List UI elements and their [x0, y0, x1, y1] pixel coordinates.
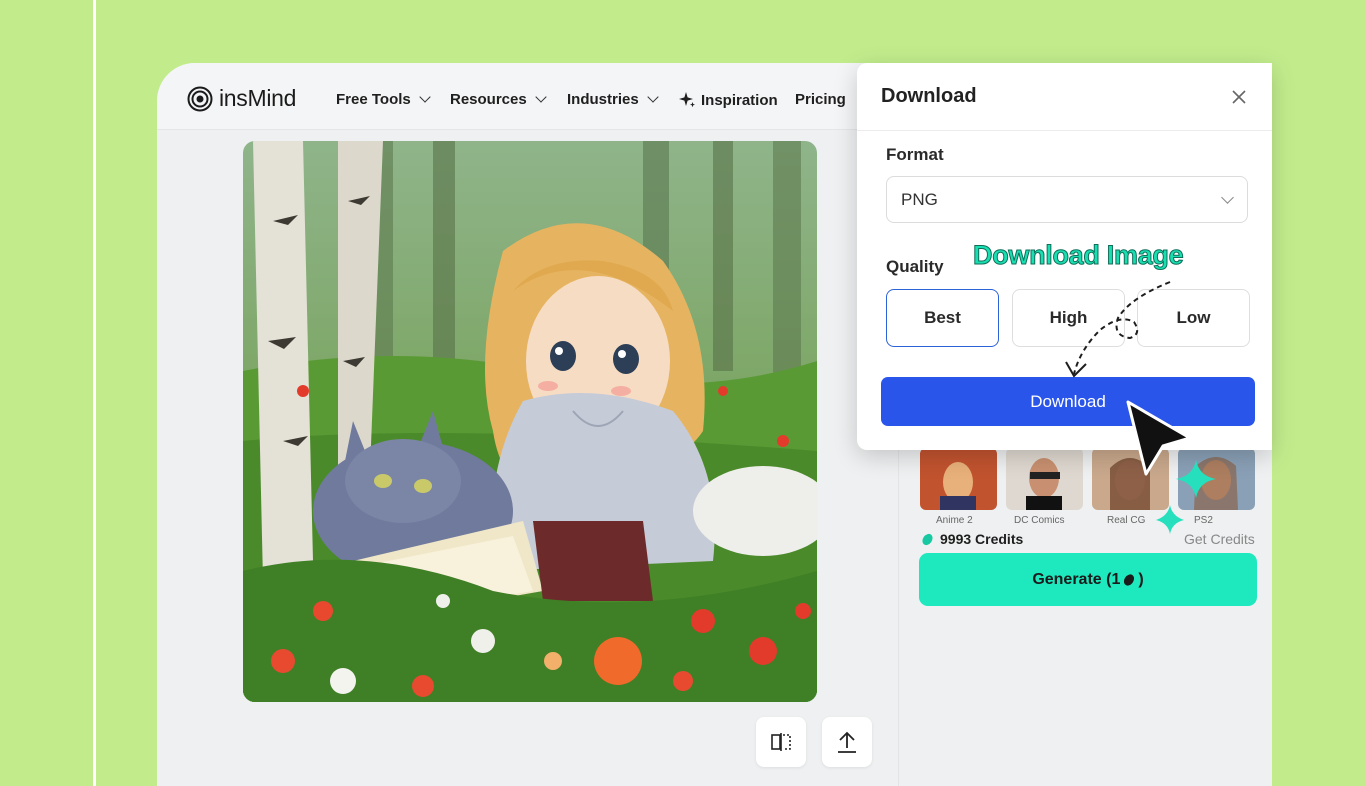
sparkle-large-icon [1176, 460, 1216, 498]
dashed-arrow-path [1073, 281, 1171, 375]
annotation-overlay [1065, 281, 1216, 534]
sparkle-small-icon [1156, 505, 1184, 534]
arrow-head-icon [1065, 361, 1087, 378]
cursor-icon [1126, 400, 1192, 476]
